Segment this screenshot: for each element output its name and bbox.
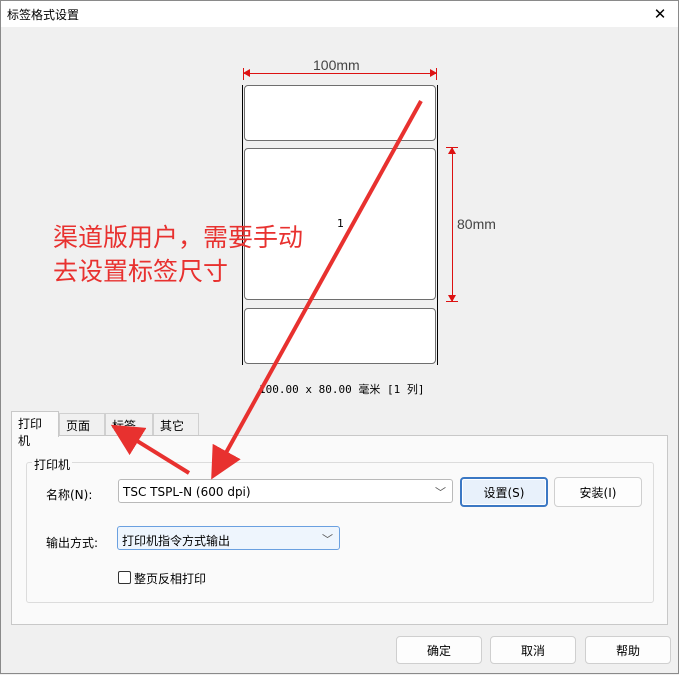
- annotation-line-1: 渠道版用户，需要手动: [53, 223, 304, 252]
- printer-install-button[interactable]: 安装(I): [554, 477, 642, 507]
- height-dimension-line: [448, 147, 456, 302]
- tab-page[interactable]: 页面: [59, 413, 105, 435]
- printer-name-label: 名称(N):: [46, 488, 93, 502]
- cancel-button[interactable]: 取消: [490, 636, 576, 664]
- reverse-print-label: 整页反相打印: [134, 572, 207, 586]
- title-bar: 标签格式设置 ✕: [1, 1, 678, 27]
- ok-button[interactable]: 确定: [396, 636, 482, 664]
- tab-other[interactable]: 其它: [153, 413, 199, 435]
- annotation-text: 渠道版用户，需要手动 去设置标签尺寸: [53, 221, 303, 289]
- annotation-line-2: 去设置标签尺寸: [53, 257, 229, 286]
- window-title: 标签格式设置: [7, 8, 80, 22]
- output-mode-value: 打印机指令方式输出: [122, 534, 231, 548]
- tab-printer[interactable]: 打印机: [11, 411, 59, 448]
- width-label: 100mm: [313, 57, 360, 73]
- printer-group-title: 打印机: [32, 456, 73, 473]
- label-format-dialog: 标签格式设置 ✕ 100mm 80mm 1 100.00 x 80.00 毫米 …: [0, 0, 679, 674]
- chevron-down-icon: ﹀: [322, 533, 333, 546]
- printer-tab-panel: 打印机 名称(N): TSC TSPL-N (600 dpi) ﹀ 设置(S) …: [11, 435, 668, 625]
- size-info: 100.00 x 80.00 毫米 [1 列]: [259, 383, 425, 396]
- output-mode-select[interactable]: 打印机指令方式输出 ﹀: [117, 526, 340, 550]
- help-button[interactable]: 帮助: [585, 636, 671, 664]
- close-icon[interactable]: ✕: [642, 1, 678, 27]
- width-dimension-line: [243, 69, 437, 77]
- label-cell-bottom: [244, 308, 436, 364]
- printer-setup-button[interactable]: 设置(S): [460, 477, 548, 507]
- tab-label[interactable]: 标签: [105, 413, 153, 435]
- printer-name-select[interactable]: TSC TSPL-N (600 dpi) ﹀: [118, 479, 453, 503]
- reverse-print-checkbox[interactable]: [118, 571, 131, 584]
- printer-name-value: TSC TSPL-N (600 dpi): [123, 485, 251, 499]
- height-label: 80mm: [457, 216, 496, 232]
- output-mode-label: 输出方式:: [46, 536, 99, 550]
- chevron-down-icon: ﹀: [435, 486, 446, 499]
- label-number: 1: [337, 217, 344, 230]
- label-preview: 100mm 80mm 1 100.00 x 80.00 毫米 [1 列]: [1, 27, 678, 411]
- label-cell-top: [244, 85, 436, 141]
